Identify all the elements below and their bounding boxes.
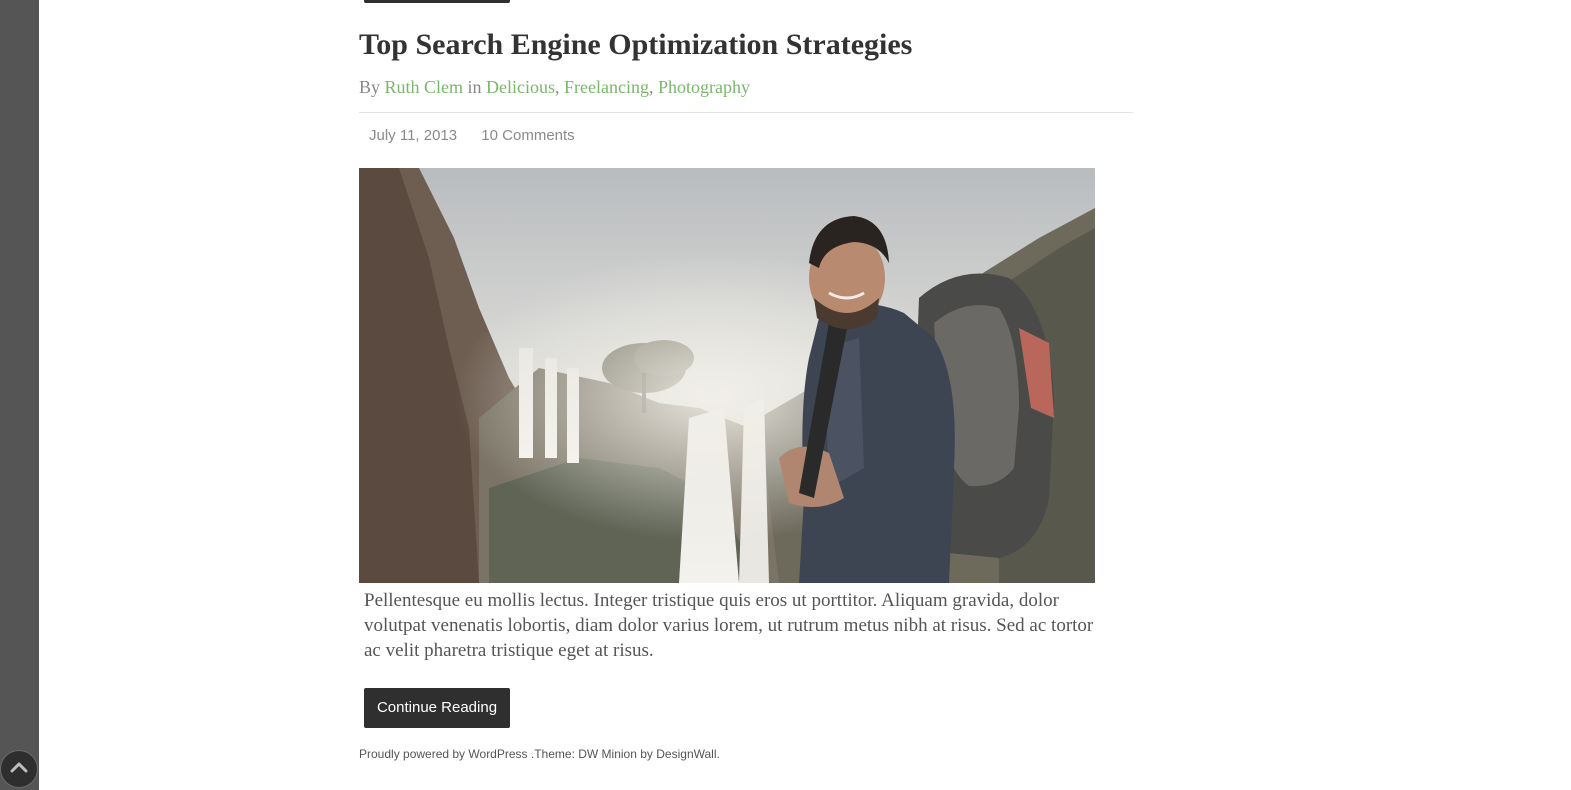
wordpress-link[interactable]: WordPress (468, 747, 527, 761)
byline-in-label: in (467, 77, 482, 97)
post-byline: By Ruth Clem in Delicious, Freelancing, … (359, 77, 751, 97)
comments-link[interactable]: 10 Comments (481, 127, 574, 144)
featured-image[interactable] (359, 168, 1095, 583)
post-date: July 11, 2013 (369, 127, 458, 144)
footer-theme-text: .Theme: DW Minion by (527, 747, 653, 761)
category-link-freelancing[interactable]: Freelancing (564, 77, 649, 97)
category-link-delicious[interactable]: Delicious (486, 77, 555, 97)
post-title[interactable]: Top Search Engine Optimization Strategie… (359, 28, 912, 62)
footer-suffix: . (716, 747, 720, 761)
title-divider (359, 112, 1133, 113)
side-rail (0, 0, 39, 790)
chevron-up-icon (10, 760, 28, 778)
post-meta: July 11, 2013 10 Comments (369, 127, 575, 144)
previous-post-button-edge[interactable] (364, 0, 510, 3)
site-footer: Proudly powered by WordPress .Theme: DW … (359, 747, 720, 761)
author-link[interactable]: Ruth Clem (385, 77, 464, 97)
post-excerpt: Pellentesque eu mollis lectus. Integer t… (364, 590, 1094, 661)
scroll-to-top-button[interactable] (0, 750, 38, 788)
category-link-photography[interactable]: Photography (658, 77, 750, 97)
byline-by-label: By (359, 77, 381, 97)
footer-prefix: Proudly powered by (359, 747, 466, 761)
continue-reading-button[interactable]: Continue Reading (364, 688, 510, 728)
designwall-link[interactable]: DesignWall (656, 747, 716, 761)
